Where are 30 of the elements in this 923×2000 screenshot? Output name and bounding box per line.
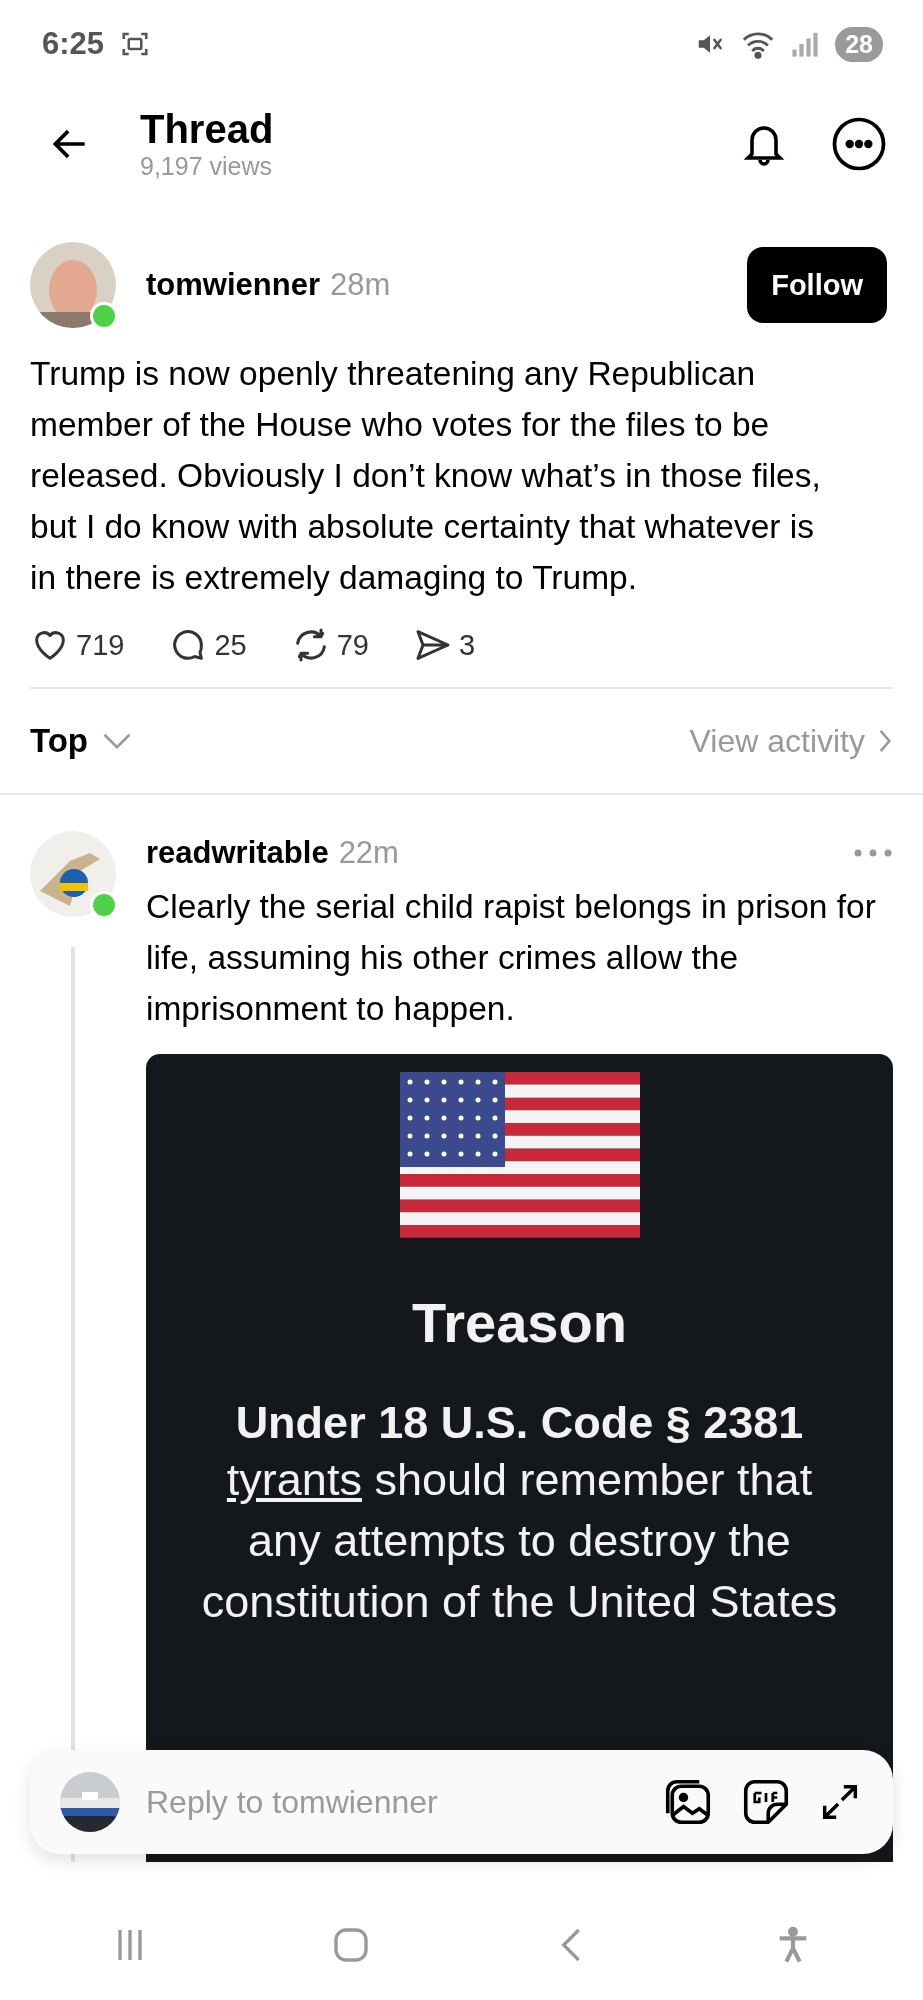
avatar[interactable] bbox=[60, 1772, 120, 1832]
image-subheading: Under 18 U.S. Code § 2381 bbox=[235, 1397, 804, 1449]
follow-button[interactable]: Follow bbox=[747, 247, 887, 323]
post-time: 28m bbox=[329, 267, 391, 303]
repost-button[interactable]: 79 bbox=[290, 625, 369, 665]
author-name[interactable]: readwritable bbox=[146, 835, 329, 871]
image-text-line: any attempts to destroy the bbox=[248, 1514, 791, 1568]
chevron-right-icon bbox=[877, 728, 893, 754]
page-title: Thread bbox=[140, 107, 275, 152]
signal-icon bbox=[791, 30, 820, 58]
share-button[interactable]: 3 bbox=[412, 625, 476, 665]
post-text: Trump is now openly threatening any Republican member of the House who votes for the files to be released. Obviously I don’t know what’s in those files, but I do know with absolute certainty that whatever is in there is extremely damaging to Trump. bbox=[30, 354, 822, 598]
more-button[interactable] bbox=[831, 116, 887, 172]
image-text-line: constitution of the United States bbox=[201, 1575, 838, 1629]
reply-text: Clearly the serial child rapist belongs in prison for life, assuming his other crimes allow the imprisonment to happen. bbox=[146, 887, 877, 1029]
reply-composer[interactable]: Reply to tomwienner bbox=[30, 1750, 893, 1854]
reply-time: 22m bbox=[338, 835, 399, 871]
reply-input[interactable]: Reply to tomwienner bbox=[144, 1782, 637, 1822]
like-button[interactable]: 719 bbox=[30, 625, 125, 665]
chevron-down-icon bbox=[102, 731, 133, 751]
wifi-icon bbox=[741, 29, 776, 59]
image-heading: Treason bbox=[412, 1290, 627, 1355]
status-time: 6:25 bbox=[42, 26, 105, 62]
sort-dropdown[interactable]: Top bbox=[30, 722, 133, 760]
author-name[interactable]: tomwienner bbox=[146, 267, 320, 303]
image-text-line: tyrants should remember that bbox=[226, 1453, 813, 1507]
comment-button[interactable]: 25 bbox=[168, 625, 247, 665]
view-count: 9,197 views bbox=[140, 152, 274, 181]
more-icon[interactable] bbox=[853, 848, 893, 858]
battery-level: 28 bbox=[835, 26, 883, 62]
